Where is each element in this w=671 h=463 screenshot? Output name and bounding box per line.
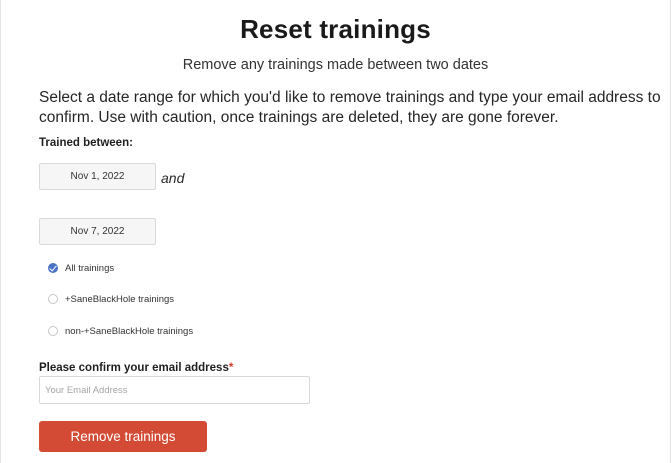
email-input[interactable] <box>39 376 310 404</box>
required-marker: * <box>228 362 234 374</box>
page-title: Reset trainings <box>240 14 431 44</box>
radio-non-saneblackhole-trainings[interactable]: non-+SaneBlackHole trainings <box>48 324 193 338</box>
reset-trainings-page: Reset trainings Remove any trainings mad… <box>0 0 671 463</box>
radio-all-trainings[interactable]: All trainings <box>48 261 114 275</box>
radio-saneblackhole-trainings[interactable]: +SaneBlackHole trainings <box>48 292 174 306</box>
email-label: Please confirm your email address* <box>39 362 233 374</box>
page-subtitle: Remove any trainings made between two da… <box>182 57 489 73</box>
date-range-label: Trained between: <box>39 137 133 149</box>
radio-unchecked-icon[interactable] <box>48 326 58 336</box>
email-label-text: Please confirm your email address <box>39 362 229 374</box>
page-description: Select a date range for which you'd like… <box>39 89 661 126</box>
radio-unchecked-icon[interactable] <box>48 294 58 304</box>
radio-checked-icon[interactable] <box>48 263 58 273</box>
radio-label: +SaneBlackHole trainings <box>65 293 175 305</box>
start-date-field[interactable]: Nov 1, 2022 <box>39 163 156 190</box>
remove-trainings-button[interactable]: Remove trainings <box>39 421 207 452</box>
date-range-joiner: and <box>161 170 185 186</box>
end-date-field[interactable]: Nov 7, 2022 <box>39 218 156 245</box>
radio-label: non-+SaneBlackHole trainings <box>65 325 194 337</box>
radio-label: All trainings <box>65 262 115 274</box>
